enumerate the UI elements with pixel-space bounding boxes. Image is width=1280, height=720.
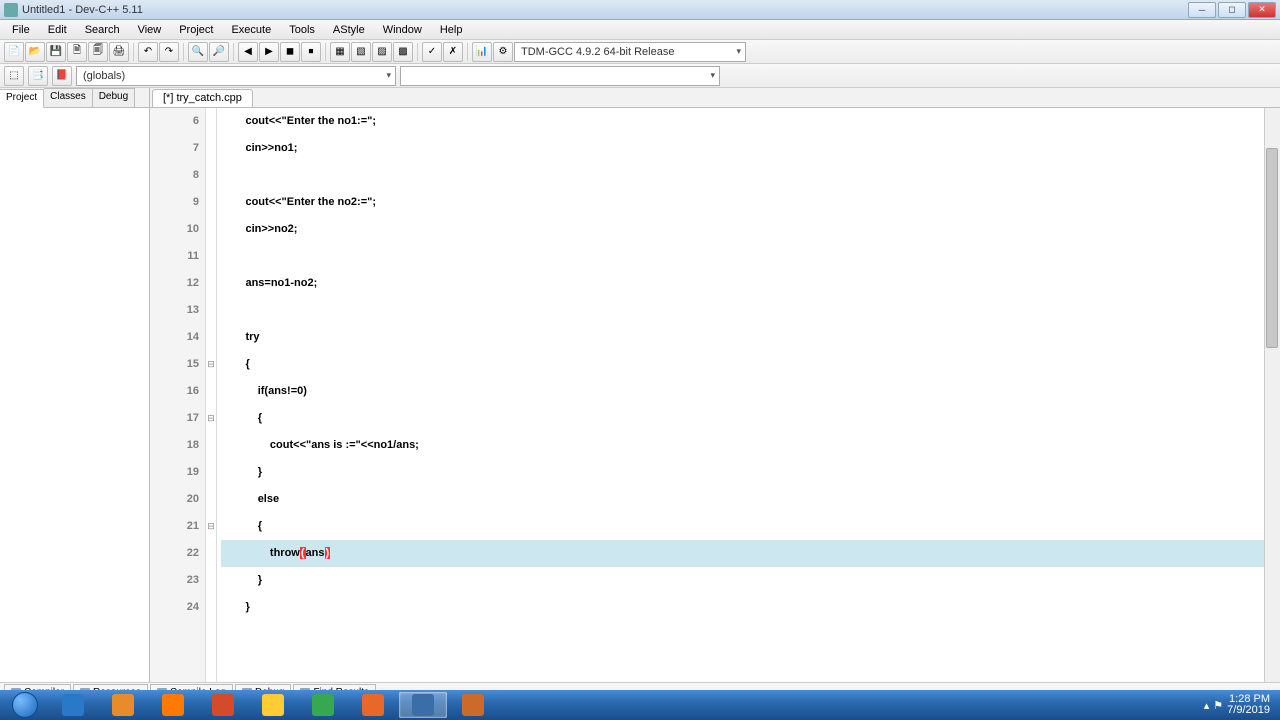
scope-combo[interactable]: (globals) <box>76 66 396 86</box>
taskbar-app-icon <box>62 694 84 716</box>
menu-search[interactable]: Search <box>77 22 128 38</box>
fold-column[interactable]: ⊟⊟⊟ <box>205 108 217 682</box>
left-panel: ProjectClassesDebug <box>0 88 150 682</box>
toolbar-button[interactable]: ▦ <box>330 42 350 62</box>
menu-astyle[interactable]: AStyle <box>325 22 373 38</box>
menu-help[interactable]: Help <box>432 22 471 38</box>
code-text[interactable]: cout<<"Enter the no1:="; cin>>no1; cout<… <box>217 108 1264 682</box>
taskbar-item[interactable] <box>149 692 197 718</box>
panel-tab-classes[interactable]: Classes <box>44 88 93 107</box>
line-gutter: 6789101112131415161718192021222324 <box>150 108 205 682</box>
window-controls: ─ ◻ ✕ <box>1188 2 1276 18</box>
toolbar-button[interactable]: ▧ <box>351 42 371 62</box>
toolbar-button[interactable]: 🗎 <box>67 42 87 62</box>
menu-view[interactable]: View <box>130 22 170 38</box>
tray-chevron-icon[interactable]: ▴ <box>1204 699 1210 712</box>
app-icon <box>4 3 18 17</box>
taskbar-item[interactable] <box>399 692 447 718</box>
tray-flag-icon[interactable]: ⚑ <box>1213 699 1223 712</box>
toolbar-separator <box>133 43 134 61</box>
panel-tab-project[interactable]: Project <box>0 89 44 108</box>
vertical-scrollbar[interactable] <box>1264 108 1280 682</box>
file-tabs: [*] try_catch.cpp <box>150 88 1280 108</box>
taskbar-item[interactable] <box>199 692 247 718</box>
window-title: Untitled1 - Dev-C++ 5.11 <box>22 4 1188 16</box>
menu-file[interactable]: File <box>4 22 38 38</box>
main-panels: ProjectClassesDebug [*] try_catch.cpp 67… <box>0 88 1280 682</box>
toolbar-button[interactable]: 📄 <box>4 42 24 62</box>
toolbar-button[interactable]: ⚙ <box>493 42 513 62</box>
toolbar-button[interactable]: ▩ <box>393 42 413 62</box>
close-button[interactable]: ✕ <box>1248 2 1276 18</box>
toolbar-button[interactable]: ◼ <box>280 42 300 62</box>
code-editor[interactable]: 6789101112131415161718192021222324 ⊟⊟⊟ c… <box>150 108 1280 682</box>
title-bar: Untitled1 - Dev-C++ 5.11 ─ ◻ ✕ <box>0 0 1280 20</box>
toolbar-button[interactable]: ◀ <box>238 42 258 62</box>
menu-window[interactable]: Window <box>375 22 430 38</box>
taskbar-app-icon <box>162 694 184 716</box>
toolbar-button[interactable]: ✗ <box>443 42 463 62</box>
toolbar-button[interactable]: ✓ <box>422 42 442 62</box>
toolbar-button[interactable]: 📂 <box>25 42 45 62</box>
toolbar-button[interactable]: ▨ <box>372 42 392 62</box>
secondary-toolbar: ⬚📑📕(globals) <box>0 64 1280 88</box>
taskbar-item[interactable] <box>99 692 147 718</box>
compiler-combo[interactable]: TDM-GCC 4.9.2 64-bit Release <box>514 42 746 62</box>
menu-execute[interactable]: Execute <box>223 22 279 38</box>
toolbar-button[interactable]: 🔍 <box>188 42 208 62</box>
scrollbar-thumb[interactable] <box>1266 148 1278 348</box>
taskbar-app-icon <box>462 694 484 716</box>
taskbar: ▴ ⚑ 1:28 PM7/9/2019 <box>0 690 1280 720</box>
windows-orb-icon <box>12 692 38 718</box>
menu-tools[interactable]: Tools <box>281 22 323 38</box>
toolbar-button[interactable]: ▶ <box>259 42 279 62</box>
file-tab[interactable]: [*] try_catch.cpp <box>152 89 253 107</box>
toolbar-separator <box>325 43 326 61</box>
editor-area: [*] try_catch.cpp 6789101112131415161718… <box>150 88 1280 682</box>
maximize-button[interactable]: ◻ <box>1218 2 1246 18</box>
toolbar-button[interactable]: ↷ <box>159 42 179 62</box>
toolbar-separator <box>417 43 418 61</box>
toolbar-button[interactable]: ↶ <box>138 42 158 62</box>
toolbar-separator <box>183 43 184 61</box>
main-toolbar: 📄📂💾🗎🗐🖨 ↶↷ 🔍🔎 ◀▶◼⏹ ▦▧▨▩ ✓✗ 📊⚙TDM-GCC 4.9.2 64-b… <box>0 40 1280 64</box>
system-tray[interactable]: ▴ ⚑ 1:28 PM7/9/2019 <box>1196 694 1278 716</box>
taskbar-app-icon <box>262 694 284 716</box>
panel-tabs: ProjectClassesDebug <box>0 88 149 108</box>
taskbar-app-icon <box>112 694 134 716</box>
start-button[interactable] <box>2 690 48 720</box>
toolbar-button[interactable]: ⏹ <box>301 42 321 62</box>
member-combo[interactable] <box>400 66 720 86</box>
taskbar-item[interactable] <box>449 692 497 718</box>
taskbar-app-icon <box>312 694 334 716</box>
menu-edit[interactable]: Edit <box>40 22 75 38</box>
toolbar-button[interactable]: 📊 <box>472 42 492 62</box>
taskbar-item[interactable] <box>349 692 397 718</box>
menu-bar: FileEditSearchViewProjectExecuteToolsASt… <box>0 20 1280 40</box>
toolbar-button[interactable]: 🗐 <box>88 42 108 62</box>
toolbar-button[interactable]: 💾 <box>46 42 66 62</box>
toolbar-button[interactable]: ⬚ <box>4 66 24 86</box>
toolbar-button[interactable]: 📕 <box>52 66 72 86</box>
minimize-button[interactable]: ─ <box>1188 2 1216 18</box>
panel-tab-debug[interactable]: Debug <box>93 88 135 107</box>
taskbar-app-icon <box>412 694 434 716</box>
taskbar-app-icon <box>212 694 234 716</box>
menu-project[interactable]: Project <box>171 22 221 38</box>
toolbar-separator <box>467 43 468 61</box>
taskbar-item[interactable] <box>49 692 97 718</box>
taskbar-item[interactable] <box>299 692 347 718</box>
toolbar-separator <box>233 43 234 61</box>
toolbar-button[interactable]: 🔎 <box>209 42 229 62</box>
taskbar-app-icon <box>362 694 384 716</box>
toolbar-button[interactable]: 🖨 <box>109 42 129 62</box>
taskbar-clock[interactable]: 1:28 PM7/9/2019 <box>1227 694 1270 716</box>
toolbar-button[interactable]: 📑 <box>28 66 48 86</box>
taskbar-item[interactable] <box>249 692 297 718</box>
